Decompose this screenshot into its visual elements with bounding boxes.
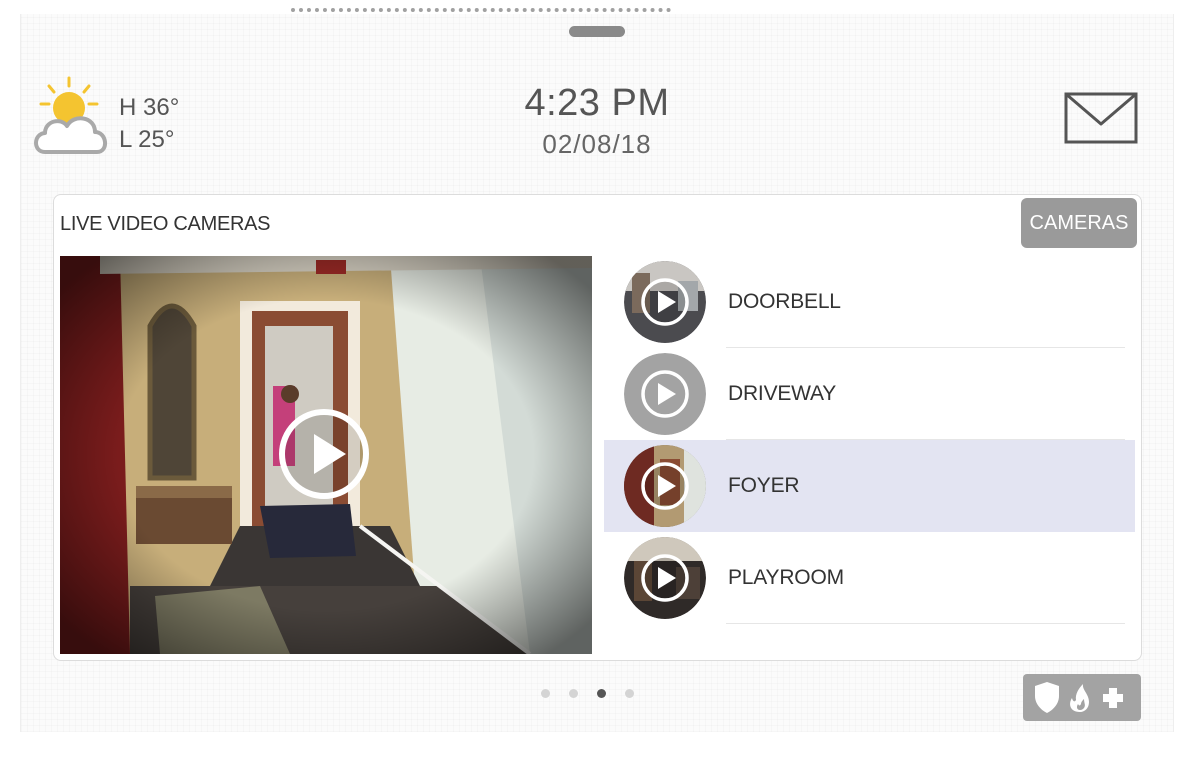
emergency-button[interactable] bbox=[1023, 674, 1141, 721]
shield-icon bbox=[1035, 682, 1059, 713]
camera-list: DOORBELL DRIVEWAY FOYER PLAYROOM bbox=[604, 256, 1135, 624]
emergency-icons bbox=[1035, 682, 1123, 713]
camera-row-foyer[interactable]: FOYER bbox=[604, 440, 1135, 532]
messages-button[interactable] bbox=[1064, 92, 1138, 144]
panel-screen: H 36° L 25° 4:23 PM 02/08/18 LIVE VIDEO … bbox=[20, 8, 1174, 732]
live-video-cameras-panel: LIVE VIDEO CAMERAS CAMERAS DOORBELL DRIV… bbox=[53, 194, 1142, 661]
medical-cross-icon bbox=[1103, 688, 1123, 708]
page-dot-active[interactable] bbox=[597, 689, 606, 698]
divider bbox=[726, 623, 1125, 624]
camera-label-playroom: PLAYROOM bbox=[728, 566, 844, 589]
live-video-feed[interactable] bbox=[60, 256, 592, 654]
camera-row-doorbell[interactable]: DOORBELL bbox=[604, 256, 1135, 348]
camera-row-driveway[interactable]: DRIVEWAY bbox=[604, 348, 1135, 440]
clock: 4:23 PM 02/08/18 bbox=[21, 82, 1173, 160]
current-date: 02/08/18 bbox=[542, 129, 652, 159]
camera-label-foyer: FOYER bbox=[728, 474, 800, 497]
page-dot[interactable] bbox=[569, 689, 578, 698]
drag-handle[interactable] bbox=[569, 26, 625, 37]
cropped-header-text bbox=[291, 8, 671, 26]
page-dot[interactable] bbox=[541, 689, 550, 698]
driveway-camera-thumbnail bbox=[624, 353, 706, 435]
page-dot[interactable] bbox=[625, 689, 634, 698]
cameras-button[interactable]: CAMERAS bbox=[1021, 198, 1137, 248]
play-icon[interactable] bbox=[276, 406, 372, 502]
page-indicator bbox=[541, 689, 641, 701]
doorbell-camera-thumbnail bbox=[624, 261, 706, 343]
mail-icon bbox=[1064, 92, 1138, 144]
current-time: 4:23 PM bbox=[524, 82, 670, 124]
foyer-camera-thumbnail bbox=[624, 445, 706, 527]
camera-row-playroom[interactable]: PLAYROOM bbox=[604, 532, 1135, 624]
camera-label-driveway: DRIVEWAY bbox=[728, 382, 837, 405]
panel-title: LIVE VIDEO CAMERAS bbox=[60, 213, 271, 235]
playroom-camera-thumbnail bbox=[624, 537, 706, 619]
fire-icon bbox=[1070, 684, 1089, 712]
camera-label-doorbell: DOORBELL bbox=[728, 290, 841, 313]
